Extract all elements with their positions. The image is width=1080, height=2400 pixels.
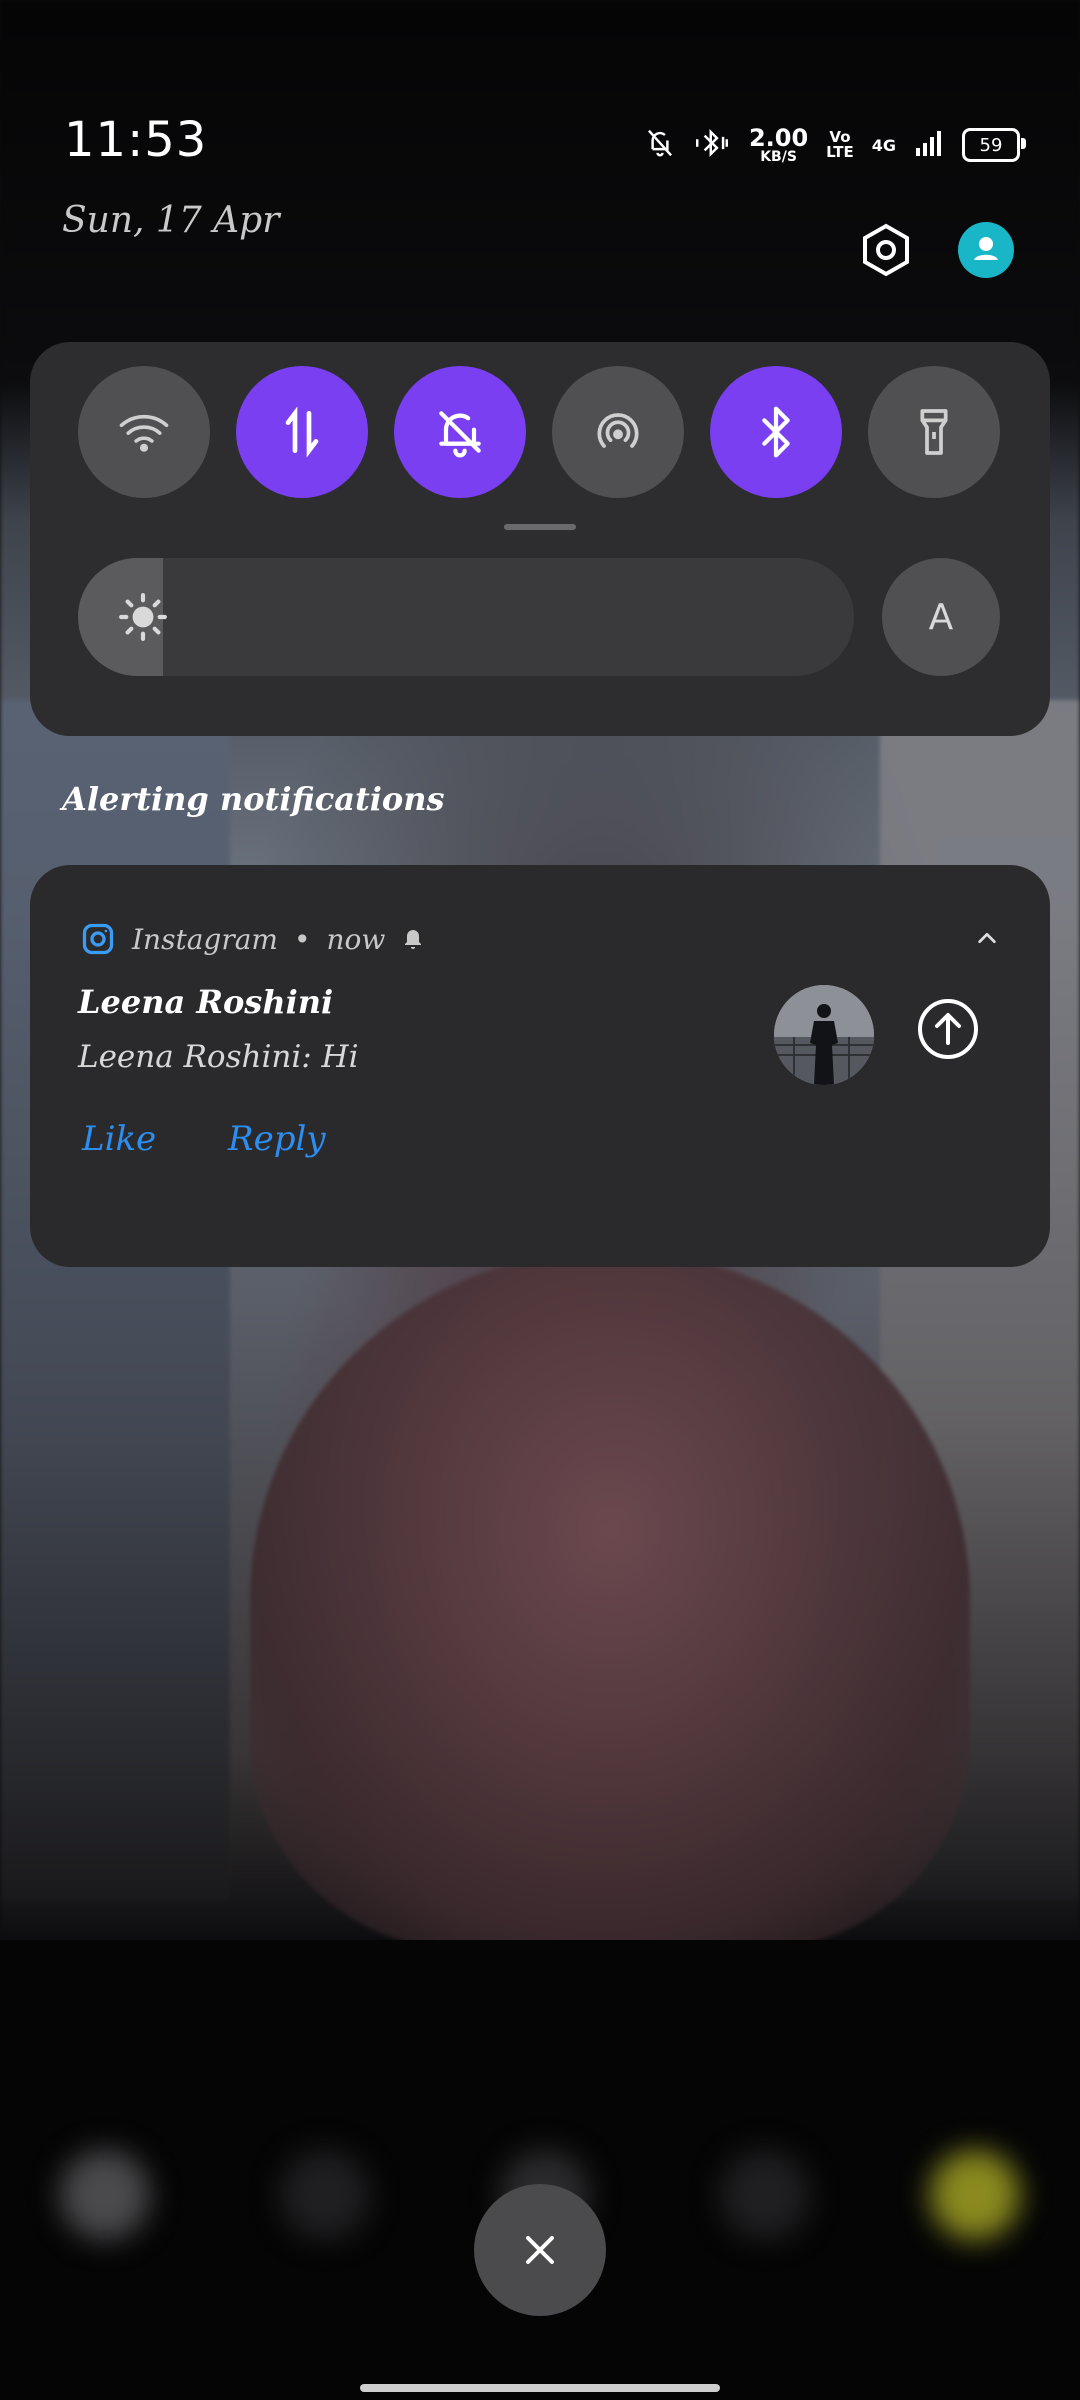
bell-off-icon <box>645 127 675 163</box>
notification-sender: Leena Roshini <box>78 983 334 1021</box>
date: Sun, 17 Apr <box>62 200 280 241</box>
notification-message: Leena Roshini: Hi <box>78 1039 359 1075</box>
app-name: Instagram <box>132 922 278 956</box>
sun-icon <box>119 593 167 641</box>
clock: 11:53 <box>64 112 208 168</box>
notification-header: Instagram • now <box>80 919 425 959</box>
network-speed: 2.00 KB/S <box>748 124 809 165</box>
silent-mode-toggle[interactable] <box>394 366 526 498</box>
bell-off-icon <box>439 411 481 458</box>
signal-icon <box>914 128 944 162</box>
mobile-data-toggle[interactable] <box>236 366 368 498</box>
home-indicator[interactable] <box>360 2384 720 2392</box>
instagram-icon <box>82 923 114 955</box>
gear-icon <box>863 223 909 277</box>
brightness-slider[interactable] <box>78 558 854 676</box>
flashlight-toggle[interactable] <box>868 366 1000 498</box>
close-icon <box>526 2236 554 2264</box>
blurred-dock <box>0 1940 1080 2400</box>
sender-photo <box>774 985 874 1085</box>
notification-card[interactable]: Instagram • now Leena Roshini Leena Rosh… <box>30 865 1050 1267</box>
quick-settings-panel: A <box>30 342 1050 736</box>
bluetooth-vibrate-icon <box>693 127 731 163</box>
separator-dot: • <box>293 922 311 956</box>
hotspot-toggle[interactable] <box>552 366 684 498</box>
expand-handle[interactable] <box>504 524 576 530</box>
wifi-icon <box>119 414 169 452</box>
hotspot-icon <box>597 413 639 448</box>
like-button[interactable]: Like <box>82 1119 156 1159</box>
battery-indicator: 59 <box>962 128 1026 162</box>
user-icon <box>974 237 998 260</box>
bluetooth-icon <box>762 406 790 458</box>
clear-all-button[interactable] <box>474 2184 606 2316</box>
status-bar: 11:53 Sun, 17 Apr 2.00 KB/S Vo LTE 4G 59 <box>0 0 1080 241</box>
volte-indicator: Vo LTE <box>826 128 854 161</box>
user-profile-button[interactable] <box>958 222 1014 278</box>
mobile-data-icon <box>285 406 319 458</box>
status-icons: 2.00 KB/S Vo LTE 4G 59 <box>645 120 1026 170</box>
network-type: 4G <box>871 135 896 155</box>
bell-icon <box>405 930 422 949</box>
chevron-up-icon[interactable] <box>976 927 998 949</box>
reply-button[interactable]: Reply <box>228 1119 326 1159</box>
arrow-up-icon[interactable] <box>916 997 980 1061</box>
wifi-toggle[interactable] <box>78 366 210 498</box>
notification-time: now <box>326 922 386 956</box>
settings-button[interactable] <box>858 222 914 278</box>
section-title: Alerting notifications <box>62 780 445 818</box>
bluetooth-toggle[interactable] <box>710 366 842 498</box>
flashlight-icon <box>920 409 948 455</box>
auto-brightness-button[interactable]: A <box>882 558 1000 676</box>
